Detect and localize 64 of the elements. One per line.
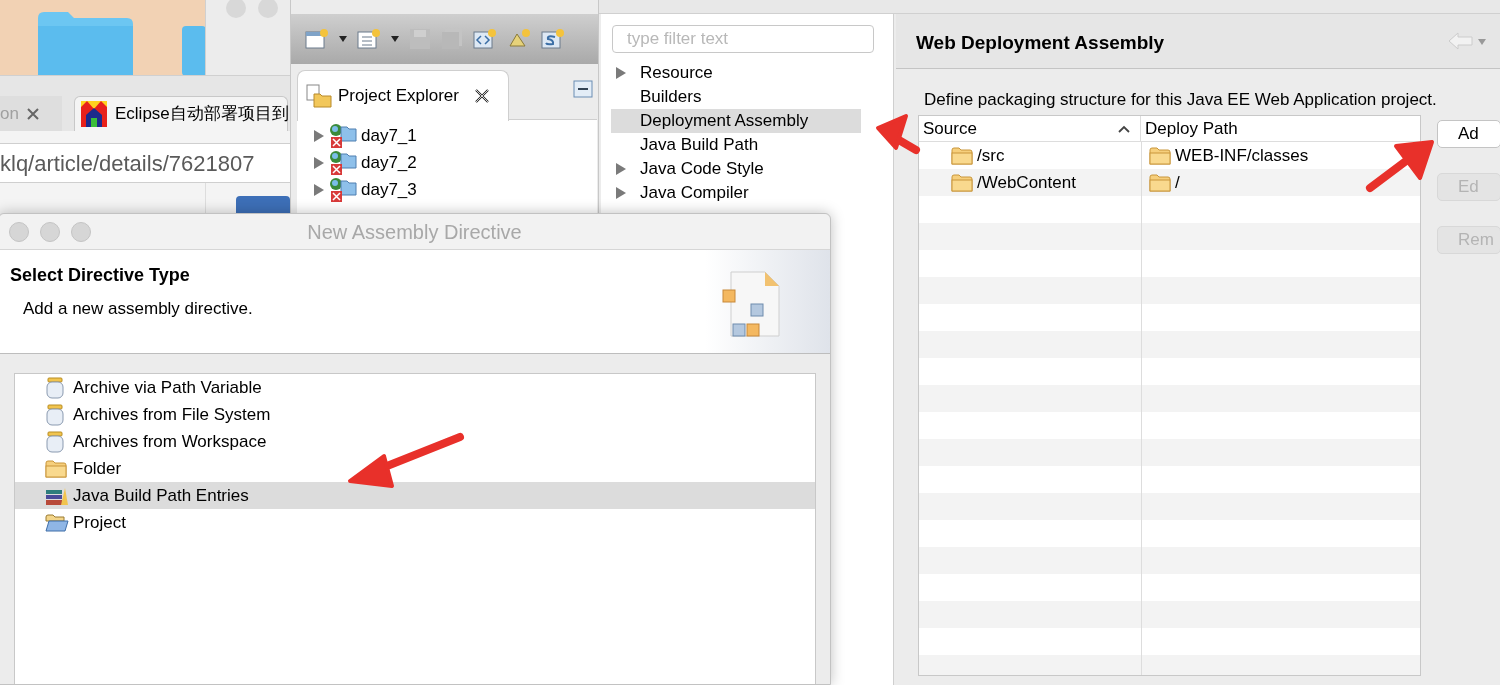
url-text: klq/article/details/7621807 — [0, 149, 255, 178]
expand-arrow-icon[interactable] — [313, 128, 325, 143]
window-title: New Assembly Directive — [307, 219, 522, 245]
view-tab[interactable]: Project Explorer — [297, 70, 509, 121]
window-button[interactable] — [9, 222, 29, 242]
directive-type-item[interactable]: Project — [15, 509, 815, 536]
new-package-icon[interactable] — [507, 28, 531, 50]
folder-icon[interactable] — [38, 12, 133, 76]
arrow-annotation — [876, 114, 920, 154]
folder-icon — [951, 146, 973, 165]
folder-icon — [45, 457, 69, 480]
web-project-error-icon — [329, 176, 357, 203]
caret-icon[interactable] — [339, 36, 347, 42]
dialog-subtitle: Add a new assembly directive. — [23, 298, 253, 320]
minimize-icon[interactable] — [573, 80, 593, 98]
address-field[interactable]: klq/article/details/7621807 — [0, 143, 290, 183]
new-window-icon[interactable] — [305, 28, 329, 50]
new-class-icon[interactable] — [473, 28, 497, 50]
directive-type-item[interactable]: Archives from File System — [15, 401, 815, 428]
description-text: Define packaging structure for this Java EE Web Application project. — [924, 89, 1437, 111]
directive-type-item[interactable]: Archive via Path Variable — [15, 374, 815, 401]
project-tree-item[interactable]: day7_1 — [313, 122, 417, 149]
settings-nav-item[interactable]: Resource — [611, 61, 861, 85]
new-script-icon[interactable] — [541, 28, 565, 50]
project-tree-item[interactable]: day7_3 — [313, 176, 417, 203]
browser-tab[interactable]: Eclipse自动部署项目到 — [74, 96, 288, 131]
settings-nav-item[interactable]: Java Build Path — [611, 133, 861, 157]
filter-field[interactable]: type filter text — [612, 25, 874, 53]
expand-arrow-icon[interactable] — [313, 155, 325, 170]
folder-icon — [1149, 173, 1171, 192]
settings-nav-item[interactable]: Java Code Style — [611, 157, 861, 181]
new-list-icon[interactable] — [357, 28, 381, 50]
action-button[interactable]: Ad — [1437, 120, 1500, 148]
project-explorer-icon — [306, 84, 332, 108]
table-cell: WEB-INF/classes — [1149, 142, 1309, 169]
table-cell: / — [1149, 169, 1180, 196]
settings-nav-item[interactable]: Java Compiler — [611, 181, 861, 205]
caret-icon[interactable] — [391, 36, 399, 42]
assembly-wizard-icon — [721, 270, 783, 338]
site-icon — [81, 101, 107, 127]
settings-nav-item[interactable]: Builders — [611, 85, 861, 109]
table-cell: /WebContent — [951, 169, 1076, 196]
directive-type-item[interactable]: Archives from Workspace — [15, 428, 815, 455]
folder-icon — [951, 173, 973, 192]
open-folder-icon — [45, 511, 69, 534]
dialog-heading: Select Directive Type — [10, 264, 190, 287]
sort-caret-icon — [1118, 124, 1130, 133]
directive-type-item[interactable]: Folder — [15, 455, 815, 482]
arrow-annotation — [1366, 140, 1434, 192]
web-project-error-icon — [329, 149, 357, 176]
table-cell: /src — [951, 142, 1005, 169]
folder-icon — [1149, 146, 1171, 165]
column-header[interactable]: Source — [919, 116, 1141, 141]
settings-nav-item[interactable]: Deployment Assembly — [611, 109, 861, 133]
project-tree-item[interactable]: day7_2 — [313, 149, 417, 176]
page-title: Web Deployment Assembly — [916, 31, 1165, 55]
web-project-error-icon — [329, 122, 357, 149]
column-header[interactable]: Deploy Path — [1141, 116, 1420, 141]
app-icon[interactable] — [236, 196, 290, 216]
close-icon[interactable] — [474, 89, 489, 103]
window-button[interactable] — [40, 222, 60, 242]
expand-arrow-icon[interactable] — [313, 182, 325, 197]
window-button[interactable] — [71, 222, 91, 242]
directive-type-item[interactable]: Java Build Path Entries — [15, 482, 815, 509]
